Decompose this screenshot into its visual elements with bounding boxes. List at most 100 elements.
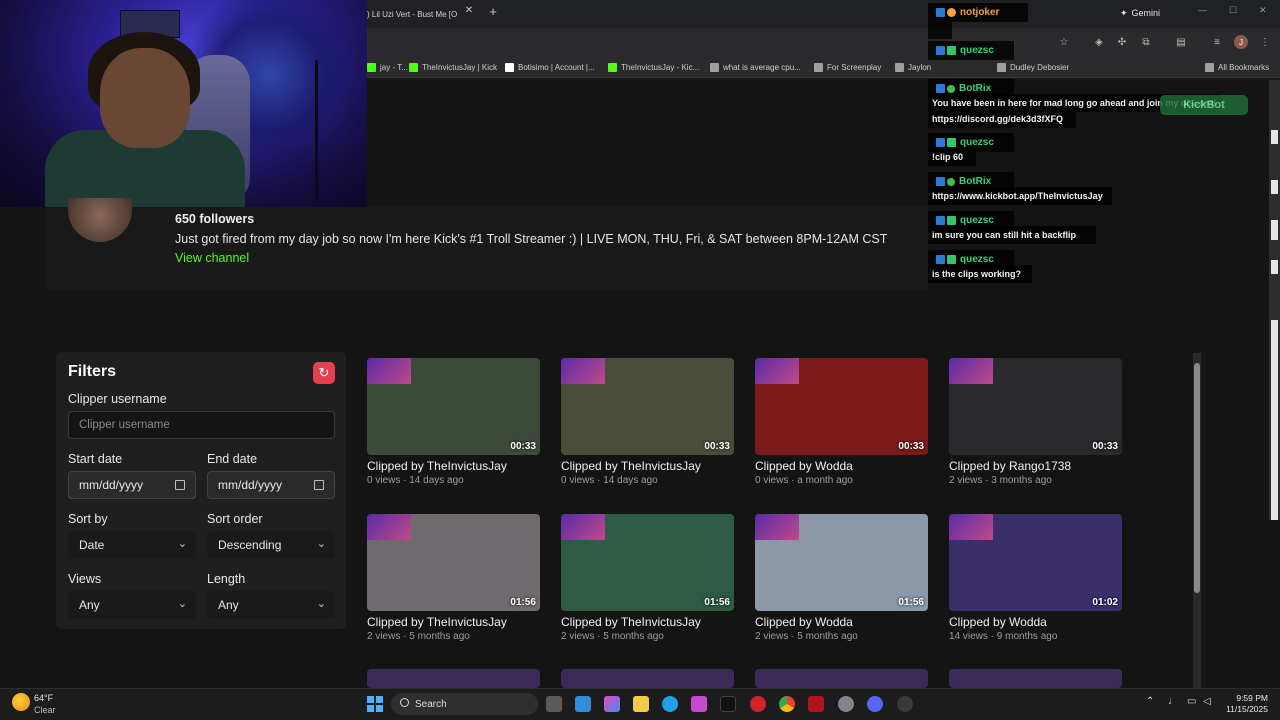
clip-title[interactable]: Clipped by TheInvictusJay <box>561 459 701 473</box>
clip-thumbnail[interactable]: 01:56 <box>561 514 734 611</box>
chat-username[interactable]: quezsc <box>960 215 994 226</box>
chat-username[interactable]: quezsc <box>960 45 994 56</box>
page-scrollbar[interactable] <box>1193 353 1201 688</box>
settings-icon[interactable] <box>838 696 854 712</box>
start-date-input[interactable]: mm/dd/yyyy <box>68 471 196 499</box>
views-select[interactable]: Any ⌄ <box>68 591 196 619</box>
clip-thumbnail[interactable] <box>949 669 1122 688</box>
badge-icon <box>947 177 955 186</box>
volume-icon[interactable]: ◁ <box>1203 696 1211 707</box>
clip-title[interactable]: Clipped by Wodda <box>755 615 853 629</box>
next-app-icon[interactable] <box>720 696 736 712</box>
bookmark-icon <box>895 62 904 72</box>
verified-badge-icon <box>936 8 945 17</box>
clip-title[interactable]: Clipped by Wodda <box>949 615 1047 629</box>
app-icon[interactable] <box>691 696 707 712</box>
chat-username[interactable]: BotRix <box>959 83 991 94</box>
taskbar-search[interactable]: Search <box>391 693 538 715</box>
start-button[interactable] <box>367 696 383 712</box>
scroll-thumb[interactable] <box>1194 363 1200 593</box>
clip-thumbnail[interactable] <box>561 669 734 688</box>
network-icon[interactable]: ▭ <box>1187 696 1196 707</box>
clip-title[interactable]: Clipped by TheInvictusJay <box>367 459 507 473</box>
file-explorer-icon[interactable] <box>633 696 649 712</box>
calendar-icon[interactable] <box>314 480 324 490</box>
star-icon[interactable]: ☆ <box>1057 35 1071 49</box>
new-tab-button[interactable]: + <box>486 4 500 22</box>
extension-shield-icon[interactable]: ◈ <box>1092 35 1106 49</box>
clip-duration: 01:56 <box>510 597 536 608</box>
clip-thumbnail[interactable]: 00:33 <box>561 358 734 455</box>
chat-username[interactable]: notjoker <box>960 7 999 18</box>
bookmark-item[interactable]: All Bookmarks <box>1205 59 1269 75</box>
chrome-icon[interactable] <box>779 696 795 712</box>
tray-chevron-icon[interactable]: ⌃ <box>1146 696 1154 707</box>
clip-thumbnail[interactable] <box>755 669 928 688</box>
reset-filters-button[interactable]: ↻ <box>313 362 335 384</box>
chat-username[interactable]: quezsc <box>960 254 994 265</box>
view-channel-link[interactable]: View channel <box>175 251 249 265</box>
clip-title[interactable]: Clipped by TheInvictusJay <box>367 615 507 629</box>
clip-thumbnail[interactable]: 01:56 <box>367 514 540 611</box>
clip-meta: 2 views · 5 months ago <box>367 631 470 642</box>
clip-title[interactable]: Clipped by Wodda <box>755 459 853 473</box>
chat-username[interactable]: BotRix <box>959 176 991 187</box>
clip-thumbnail[interactable] <box>367 669 540 688</box>
chat-scrollbar[interactable] <box>1269 80 1280 520</box>
minimize-icon[interactable]: — <box>1198 5 1207 15</box>
chevron-down-icon: ⌄ <box>177 538 187 550</box>
downloads-icon[interactable]: ≡ <box>1210 35 1224 49</box>
microphone-icon[interactable]: ♩ <box>1168 696 1178 707</box>
puzzle-icon[interactable]: ⧉ <box>1139 35 1153 49</box>
bookmark-item[interactable]: Jaylon <box>895 59 931 75</box>
clip-thumbnail[interactable]: 01:56 <box>755 514 928 611</box>
end-date-value: mm/dd/yyyy <box>218 478 283 492</box>
maximize-icon[interactable]: ☐ <box>1229 5 1237 16</box>
chat-username[interactable]: quezsc <box>960 137 994 148</box>
bookmark-item[interactable]: jay - T... <box>367 59 408 75</box>
extension-icon[interactable]: ✣ <box>1115 35 1129 49</box>
discord-icon[interactable] <box>867 696 883 712</box>
weather-icon[interactable] <box>12 693 30 711</box>
clip-title[interactable]: Clipped by TheInvictusJay <box>561 615 701 629</box>
bookmark-icon <box>997 62 1006 72</box>
sort-by-select[interactable]: Date ⌄ <box>68 531 196 559</box>
clip-thumbnail[interactable]: 01:02 <box>949 514 1122 611</box>
clip-thumbnail[interactable]: 00:33 <box>949 358 1122 455</box>
bookmark-item[interactable]: what is average cpu... <box>710 59 801 75</box>
clip-thumbnail[interactable]: 00:33 <box>367 358 540 455</box>
length-select[interactable]: Any ⌄ <box>207 591 335 619</box>
search-icon <box>400 698 409 707</box>
tab-close-icon[interactable]: ✕ <box>463 5 475 21</box>
bookmark-item[interactable]: TheInvictusJay | Kick <box>409 59 497 75</box>
opera-icon[interactable] <box>750 696 766 712</box>
task-view-icon[interactable] <box>546 696 562 712</box>
clip-title[interactable]: Clipped by Rango1738 <box>949 459 1071 473</box>
profile-avatar[interactable]: J <box>1234 35 1248 49</box>
sort-order-select[interactable]: Descending ⌄ <box>207 531 335 559</box>
bookmark-item[interactable]: Dudley Debosier <box>997 59 1069 75</box>
views-label: Views <box>68 572 102 586</box>
bookmark-label: Botisimo | Account |... <box>518 62 595 72</box>
edge-icon[interactable] <box>662 696 678 712</box>
gemini-button[interactable]: ✦ Gemini <box>1120 5 1160 21</box>
end-date-input[interactable]: mm/dd/yyyy <box>207 471 335 499</box>
copilot-icon[interactable] <box>604 696 620 712</box>
clipper-username-input[interactable] <box>68 411 335 439</box>
close-window-icon[interactable]: ✕ <box>1259 5 1267 16</box>
menu-icon[interactable]: ⋮ <box>1258 35 1272 49</box>
sidepanel-icon[interactable]: ▤ <box>1174 35 1188 49</box>
obs-icon[interactable] <box>897 696 913 712</box>
voicemod-icon[interactable] <box>808 696 824 712</box>
tab-active[interactable]: ) Lil Uzi Vert - Bust Me [O <box>367 3 457 25</box>
calendar-icon[interactable] <box>175 480 185 490</box>
scroll-segment <box>1271 220 1278 240</box>
clip-thumbnail[interactable]: 00:33 <box>755 358 928 455</box>
start-date-label: Start date <box>68 452 123 466</box>
bookmark-item[interactable]: For Screenplay <box>814 59 881 75</box>
bookmark-icon <box>409 62 418 72</box>
bookmark-item[interactable]: Botisimo | Account |... <box>505 59 595 75</box>
widgets-icon[interactable] <box>575 696 591 712</box>
bookmark-item[interactable]: TheInvictusJay - Kic... <box>608 59 699 75</box>
system-clock[interactable]: 9:59 PM 11/15/2025 <box>1222 693 1268 715</box>
